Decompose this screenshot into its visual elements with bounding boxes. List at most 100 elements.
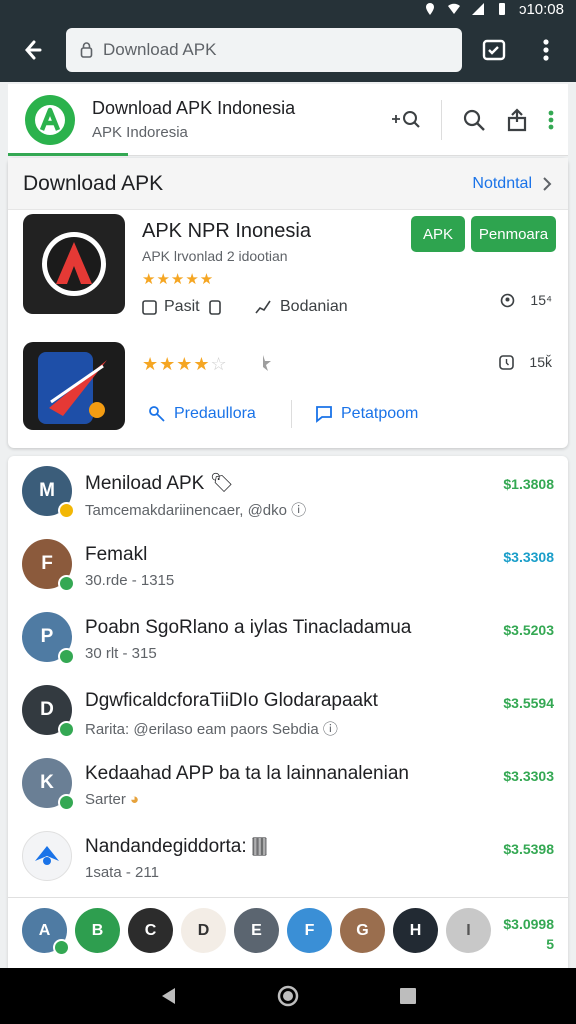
list-item-title: Femakl: [85, 544, 148, 565]
copy-icon: [208, 299, 221, 315]
location-icon: [425, 3, 434, 15]
app-meta-mid: Bodanian: [255, 298, 348, 316]
list-item-price: $3.5594: [503, 695, 554, 711]
verified-badge-icon: [58, 575, 75, 592]
avatar: D: [22, 685, 75, 738]
see-more-link[interactable]: Notdntal: [472, 175, 552, 193]
site-header: Download APK Indonesia APK Indoresia: [8, 84, 568, 156]
app-meta-right: 15ǩ: [499, 354, 552, 370]
list-item[interactable]: P Poabn SgoRlano a iylas Tinacladamua 30…: [8, 602, 568, 674]
action-link-1[interactable]: Predaullora: [148, 405, 256, 423]
browser-toolbar: Download APK: [0, 18, 576, 82]
install-label: APK: [422, 225, 453, 243]
tab-switcher-button[interactable]: [474, 30, 514, 70]
install-button[interactable]: APK: [411, 216, 465, 252]
app-list: M Meniload APK 🏷 Tamcemakdariinencaer, @…: [8, 456, 568, 968]
list-item-title: Meniload APK 🏷: [85, 473, 234, 494]
list-item[interactable]: F Femakl 30.rde - 1315 $3.3308: [8, 529, 568, 601]
signal-icon: [471, 3, 484, 15]
search-icon[interactable]: [462, 108, 486, 132]
list-item-title: Nandandegiddorta: 🀫: [85, 836, 268, 857]
avatar[interactable]: G: [340, 908, 385, 953]
verified-badge-icon: [58, 794, 75, 811]
recents-square-icon[interactable]: [399, 987, 417, 1005]
app-item-1[interactable]: APK NPR Inonesia APK Ɩrvonlad 2 idootian…: [23, 214, 556, 324]
site-logo[interactable]: [25, 94, 75, 145]
lock-icon: [80, 42, 93, 58]
meta-left-text: Pasit: [164, 298, 200, 315]
back-triangle-icon[interactable]: [159, 986, 177, 1006]
checkbox-icon: [142, 299, 157, 315]
avatar[interactable]: B: [75, 908, 120, 953]
list-item-subtitle: 1sata - 211: [85, 864, 159, 881]
list-divider: [8, 897, 568, 898]
avatar[interactable]: I: [446, 908, 491, 953]
action-2-label: Petatpoom: [341, 405, 419, 422]
card-title: Download APK: [23, 171, 164, 195]
browser-menu-button[interactable]: [526, 30, 566, 70]
app-description: APK Ɩrvonlad 2 idootian: [142, 248, 288, 264]
list-item[interactable]: M Meniload APK 🏷 Tamcemakdariinencaer, @…: [8, 456, 568, 528]
wifi-icon: [447, 3, 460, 14]
avatar-strip: A B C D E F G H I: [22, 908, 491, 956]
list-item-price: $3.5203: [503, 622, 554, 638]
more-vert-icon: [543, 39, 549, 61]
download-label: Penmoara: [478, 225, 549, 243]
list-item[interactable]: K Kedaahad APP ba ta la lainnanalenian S…: [8, 748, 568, 820]
meta-mid-text: Bodanian: [280, 298, 348, 315]
avatar: P: [22, 612, 75, 665]
link-icon: [149, 406, 165, 422]
home-circle-icon[interactable]: [276, 984, 300, 1008]
active-tab-indicator: [8, 153, 128, 156]
avatar[interactable]: A: [22, 908, 70, 956]
list-item-title: DgwficaldcforaTiiDIo Glodarapaakt: [85, 690, 378, 711]
more-vert-icon[interactable]: [548, 110, 554, 130]
app-name: APK NPR Inonesia: [142, 220, 311, 242]
filter-search-icon[interactable]: [391, 109, 421, 131]
avatar[interactable]: C: [128, 908, 173, 953]
share-icon[interactable]: [506, 107, 528, 132]
site-title: Download APK Indonesia: [92, 98, 296, 118]
apk-logo-icon: [35, 104, 65, 135]
avatar[interactable]: F: [287, 908, 332, 953]
avatar[interactable]: E: [234, 908, 279, 953]
list-item[interactable]: D DgwficaldcforaTiiDIo Glodarapaakt Rari…: [8, 675, 568, 747]
meta-right-text: 15⁴: [530, 292, 552, 308]
avatar: F: [22, 539, 75, 592]
back-button[interactable]: [10, 28, 54, 72]
info-icon: ⓘ: [322, 721, 338, 738]
list-item-subtitle: Tamcemakdariinencaer, @dko ⓘ: [85, 502, 307, 519]
list-item-price: $3.3308: [503, 549, 554, 565]
info-icon: ⓘ: [291, 502, 307, 519]
avatar[interactable]: D: [181, 908, 226, 953]
list-item[interactable]: Nandandegiddorta: 🀫 1sata - 211 $3.5398: [8, 821, 568, 893]
list-item-subtitle: 30.rde - 1315: [85, 572, 175, 589]
site-subtitle: APK Indoresia: [92, 124, 188, 141]
list-item-price: $1.3808: [503, 476, 554, 492]
app-logo-icon: [38, 352, 107, 424]
list-item-subtitle: Rarita: @erilaso eam paors Sebdia ⓘ: [85, 721, 338, 738]
half-star-icon: [263, 355, 271, 371]
see-more-label: Notdntal: [472, 174, 532, 192]
avatar: K: [22, 758, 75, 811]
download-button[interactable]: Penmoara: [471, 216, 556, 252]
status-bar: ɔ10:08: [0, 0, 576, 18]
chat-icon: [316, 406, 332, 423]
list-item-title: Kedaahad APP ba ta la lainnanalenian: [85, 763, 409, 784]
list-item-subtitle: Sarter ◕: [85, 791, 140, 808]
location-pin-icon: [501, 293, 515, 307]
verified-badge-icon: [58, 648, 75, 665]
emoji-icon: ◕: [130, 791, 140, 808]
avatar[interactable]: H: [393, 908, 438, 953]
address-text: Download APK: [103, 40, 217, 59]
battery-icon: [498, 3, 505, 15]
action-1-label: Predaullora: [174, 405, 256, 422]
strip-price: $3.0998 5: [503, 916, 554, 952]
app-logo-icon: [35, 846, 59, 865]
app-item-2[interactable]: ★★★★☆ 15ǩ Predaullora Petatpoom: [23, 342, 556, 434]
meta-right-text: 15ǩ: [529, 354, 552, 370]
action-link-2[interactable]: Petatpoom: [315, 405, 418, 423]
app-logo-icon: [42, 232, 106, 296]
address-field[interactable]: Download APK: [66, 28, 462, 72]
system-nav-bar: [0, 968, 576, 1024]
